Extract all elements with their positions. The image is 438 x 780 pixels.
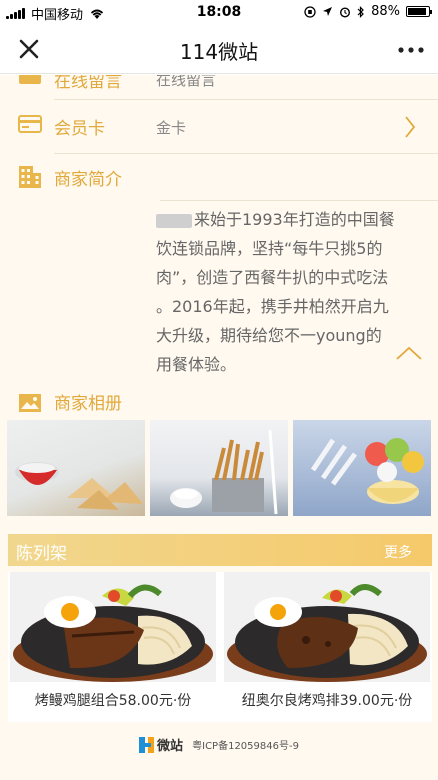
- more-icon[interactable]: [398, 34, 424, 60]
- online-message-label: 在线留言: [54, 75, 122, 92]
- chevron-up-icon[interactable]: [394, 343, 424, 363]
- product-list: 烤鳗鸡腿组合58.00元·份 纽奥尔良烤鸡排39.00元·份: [8, 572, 432, 722]
- location-icon: [323, 7, 333, 16]
- nav-bar: 114微站: [0, 24, 438, 74]
- shelf-header: 陈列架 更多: [8, 534, 432, 566]
- album-photo[interactable]: [150, 420, 288, 516]
- business-intro-row: 商家简介: [0, 163, 438, 199]
- product-name: 烤鳗鸡腿组合58.00元·份: [34, 693, 192, 709]
- product-image: [224, 572, 430, 682]
- intro-line: 大升级，期待给您不一young的: [156, 326, 382, 345]
- page-content: 在线留言 在线留言 会员卡 金卡 商家简介 来始于1993年打造的中国餐 饮连锁…: [0, 75, 438, 780]
- status-bar: 中国移动 18:08 88%: [0, 0, 438, 24]
- album-photo[interactable]: [293, 420, 431, 516]
- business-album-label: 商家相册: [54, 394, 122, 414]
- intro-line: 肉”，创造了西餐牛扒的中式吃法: [156, 268, 389, 287]
- battery-percent: 88%: [371, 4, 400, 19]
- orientation-lock-icon: [304, 5, 316, 18]
- online-message-value: 在线留言: [156, 75, 217, 89]
- page-title: 114微站: [179, 40, 259, 64]
- chevron-right-icon[interactable]: [404, 115, 416, 139]
- intro-line: 。2016年起，携手井柏然开启九: [156, 297, 389, 316]
- shelf-more-link[interactable]: 更多: [384, 542, 412, 562]
- intro-line: 来始于1993年打造的中国餐: [194, 210, 395, 229]
- product-image: [10, 572, 216, 682]
- divider: [54, 153, 438, 154]
- product-card[interactable]: 烤鳗鸡腿组合58.00元·份: [10, 572, 216, 722]
- battery-icon: [406, 6, 432, 17]
- business-album-row: 商家相册: [0, 387, 438, 423]
- online-message-row[interactable]: 在线留言 在线留言: [0, 75, 438, 93]
- alarm-icon: [340, 6, 351, 18]
- album-photo[interactable]: [7, 420, 145, 516]
- divider: [160, 200, 438, 201]
- bluetooth-icon: [357, 5, 364, 18]
- product-card[interactable]: 纽奥尔良烤鸡排39.00元·份: [224, 572, 430, 722]
- building-icon: [19, 166, 41, 188]
- logo-name: 微站: [157, 739, 184, 754]
- member-card-row[interactable]: 会员卡 金卡: [0, 107, 438, 147]
- intro-line: 饮连锁品牌，坚持“每牛只挑5的: [156, 239, 383, 258]
- photo-album: [7, 420, 431, 516]
- redacted-name: [156, 213, 192, 228]
- message-icon: [19, 75, 41, 84]
- business-intro-text: 来始于1993年打造的中国餐 饮连锁品牌，坚持“每牛只挑5的 肉”，创造了西餐牛…: [156, 205, 416, 379]
- member-card-value: 金卡: [156, 119, 187, 137]
- card-icon: [18, 115, 42, 133]
- shelf-title: 陈列架: [16, 544, 67, 564]
- member-card-label: 会员卡: [54, 119, 105, 139]
- icp-number: 粤ICP备12059846号-9: [192, 741, 299, 752]
- product-name: 纽奥尔良烤鸡排39.00元·份: [241, 693, 413, 709]
- image-icon: [19, 394, 41, 412]
- logo-mark-icon: [139, 736, 155, 753]
- intro-line: 用餐体验。: [156, 355, 237, 374]
- divider: [54, 99, 438, 100]
- footer: 微站 粤ICP备12059846号-9: [0, 734, 438, 758]
- business-intro-label: 商家简介: [54, 170, 122, 190]
- weizhan-logo: 微站: [139, 735, 183, 754]
